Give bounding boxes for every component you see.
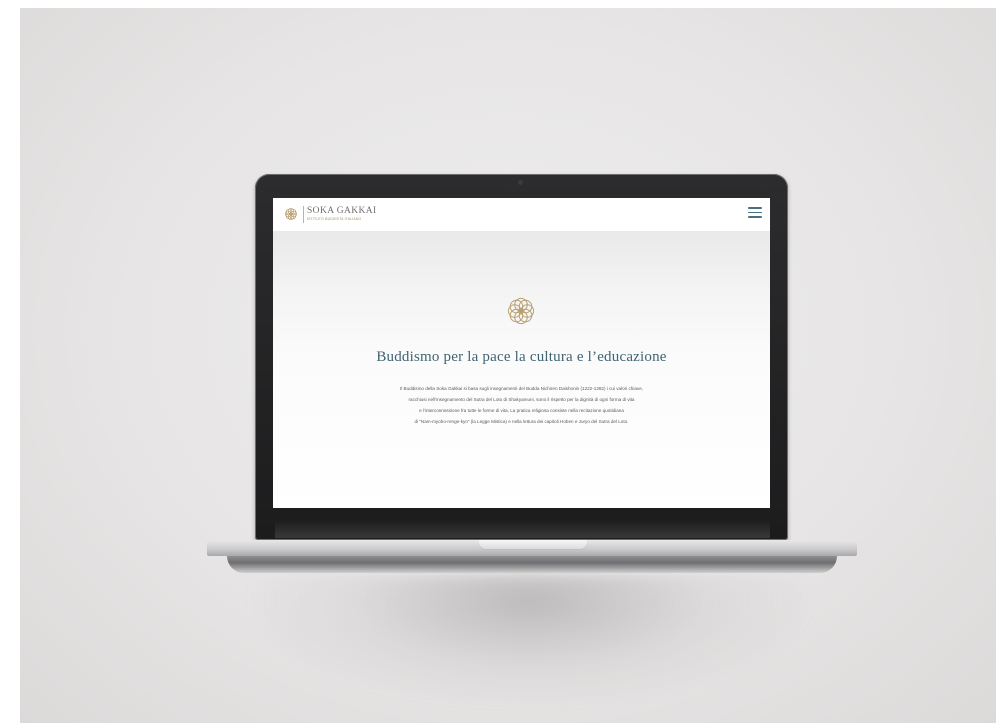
laptop-base-bottom [227, 556, 837, 573]
laptop-shadow [250, 575, 810, 705]
logo-divider [303, 206, 304, 223]
logo-emblem-icon[interactable] [283, 206, 299, 222]
lid-opening-notch [479, 540, 587, 549]
hero-text-line: racchiusi nell’insegnamento del Sutra de… [408, 397, 635, 402]
hero-text-line: di “Nam-myoho-renge-kyo” (la Legge Misti… [414, 419, 629, 424]
hamburger-menu-icon[interactable] [748, 207, 762, 218]
laptop-base [207, 540, 857, 573]
webcam-icon [518, 180, 523, 185]
logo-subtitle: ISTITUTO BUDDISTA ITALIANO [307, 217, 362, 221]
site-header: SOKA GAKKAI ISTITUTO BUDDISTA ITALIANO [273, 198, 770, 232]
hero-section: Buddismo per la pace la cultura e l’educ… [273, 231, 770, 508]
lotus-emblem-icon [507, 297, 535, 325]
hero-text-line: Il Buddismo della Soka Gakkai si basa su… [399, 386, 644, 391]
hero-text-line: e l’interconnessione fra tutte le forme … [419, 408, 624, 413]
laptop-screen: SOKA GAKKAI ISTITUTO BUDDISTA ITALIANO B… [273, 198, 770, 508]
hero-heading: Buddismo per la pace la cultura e l’educ… [376, 349, 667, 365]
laptop-lid: SOKA GAKKAI ISTITUTO BUDDISTA ITALIANO B… [255, 174, 788, 540]
keyboard-reflection [275, 520, 770, 538]
logo-title[interactable]: SOKA GAKKAI [307, 206, 377, 216]
